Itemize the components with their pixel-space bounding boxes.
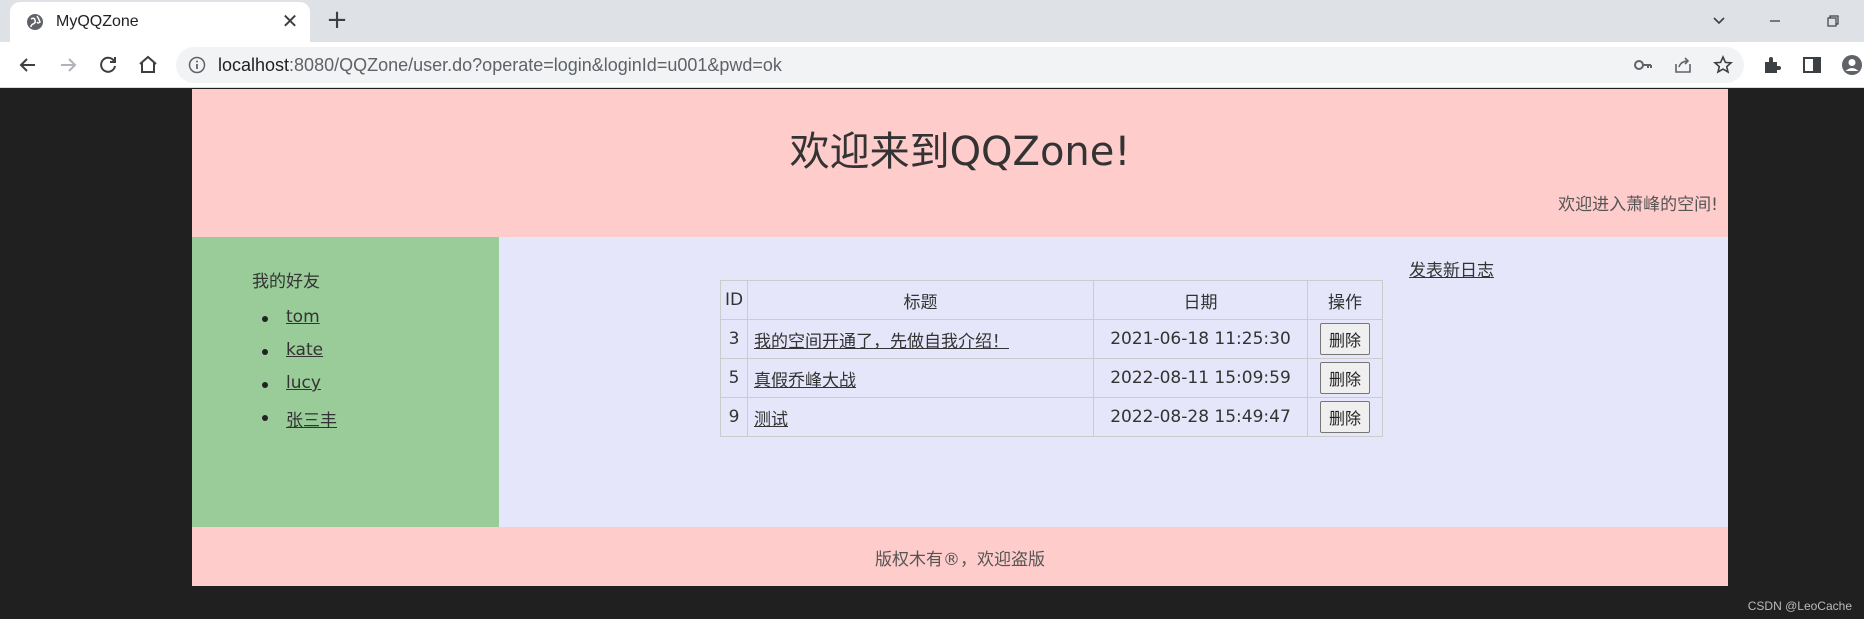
forward-arrow-icon[interactable] — [52, 49, 84, 81]
page-title: 欢迎来到QQZone! — [789, 129, 1131, 175]
table-row: 9 测试 2022-08-28 15:49:47 删除 — [720, 397, 1383, 437]
bullet-icon — [262, 382, 268, 388]
copyright-text: 版权木有®，欢迎盗版 — [875, 550, 1045, 570]
tab-title: MyQQZone — [56, 13, 139, 30]
watermark: CSDN @LeoCache — [1747, 599, 1852, 613]
column-header-action: 操作 — [1307, 280, 1383, 320]
profile-icon[interactable] — [1841, 54, 1863, 76]
star-icon[interactable] — [1712, 54, 1734, 76]
delete-button[interactable]: 删除 — [1319, 323, 1370, 355]
back-arrow-icon[interactable] — [12, 49, 44, 81]
url-path: :8080/QQZone/user.do?operate=login&login… — [289, 55, 782, 75]
info-icon[interactable] — [188, 56, 206, 74]
share-icon[interactable] — [1672, 54, 1694, 76]
row-id: 5 — [720, 358, 748, 398]
log-title-link[interactable]: 我的空间开通了，先做自我介绍！ — [754, 332, 1009, 352]
friend-link-kate[interactable]: kate — [286, 340, 323, 360]
address-bar[interactable]: localhost:8080/QQZone/user.do?operate=lo… — [176, 47, 1744, 83]
table-row: 5 真假乔峰大战 2022-08-11 15:09:59 删除 — [720, 358, 1383, 398]
close-icon[interactable]: ✕ — [280, 11, 300, 31]
delete-button[interactable]: 删除 — [1319, 362, 1370, 394]
row-date: 2022-08-28 15:49:47 — [1093, 397, 1308, 437]
friend-item: tom — [262, 307, 337, 340]
browser-tab-strip: MyQQZone ✕ + — [0, 0, 1864, 42]
column-header-date: 日期 — [1093, 280, 1308, 320]
row-date: 2021-06-18 11:25:30 — [1093, 319, 1308, 359]
row-title-cell: 真假乔峰大战 — [747, 358, 1094, 398]
log-title-link[interactable]: 真假乔峰大战 — [754, 371, 856, 391]
welcome-message: 欢迎进入萧峰的空间! — [1558, 195, 1718, 215]
bullet-icon — [262, 415, 268, 421]
minimize-icon[interactable] — [1760, 6, 1790, 36]
friend-link-tom[interactable]: tom — [286, 307, 320, 327]
logs-panel: 发表新日志 ID 标题 日期 操作 3 我的空间开通了，先做自我介绍！ 2021… — [499, 237, 1728, 527]
reload-icon[interactable] — [92, 49, 124, 81]
url-text[interactable]: localhost:8080/QQZone/user.do?operate=lo… — [218, 55, 782, 76]
column-header-title: 标题 — [747, 280, 1094, 320]
page-footer: 版权木有®，欢迎盗版 — [192, 527, 1728, 586]
delete-button[interactable]: 删除 — [1319, 401, 1370, 433]
row-action-cell: 删除 — [1307, 397, 1383, 437]
friend-item: 张三丰 — [262, 406, 337, 439]
new-tab-button[interactable]: + — [324, 7, 350, 34]
page-header: 欢迎来到QQZone! 欢迎进入萧峰的空间! — [192, 89, 1728, 237]
row-action-cell: 删除 — [1307, 358, 1383, 398]
side-panel-icon[interactable] — [1801, 54, 1823, 76]
row-id: 9 — [720, 397, 748, 437]
table-header-row: ID 标题 日期 操作 — [720, 280, 1383, 320]
friend-list: tom kate lucy 张三丰 — [262, 307, 337, 439]
friend-link-zhangsanfeng[interactable]: 张三丰 — [286, 411, 337, 431]
bullet-icon — [262, 349, 268, 355]
friend-link-lucy[interactable]: lucy — [286, 373, 321, 393]
chevron-down-icon[interactable] — [1704, 6, 1734, 36]
row-title-cell: 我的空间开通了，先做自我介绍！ — [747, 319, 1094, 359]
row-title-cell: 测试 — [747, 397, 1094, 437]
key-icon[interactable] — [1632, 54, 1654, 76]
row-action-cell: 删除 — [1307, 319, 1383, 359]
restore-icon[interactable] — [1818, 6, 1848, 36]
friends-title: 我的好友 — [252, 272, 320, 292]
browser-tab[interactable]: MyQQZone ✕ — [10, 2, 310, 42]
home-icon[interactable] — [132, 49, 164, 81]
logs-table: ID 标题 日期 操作 3 我的空间开通了，先做自我介绍！ 2021-06-18… — [720, 280, 1383, 437]
row-date: 2022-08-11 15:09:59 — [1093, 358, 1308, 398]
globe-icon — [27, 14, 43, 30]
new-post-link[interactable]: 发表新日志 — [1409, 256, 1494, 281]
friends-sidebar: 我的好友 tom kate lucy 张三丰 — [192, 237, 499, 527]
friend-item: lucy — [262, 373, 337, 406]
browser-toolbar: localhost:8080/QQZone/user.do?operate=lo… — [0, 42, 1864, 88]
log-title-link[interactable]: 测试 — [754, 410, 788, 430]
extensions-icon[interactable] — [1761, 54, 1783, 76]
friend-item: kate — [262, 340, 337, 373]
bullet-icon — [262, 316, 268, 322]
column-header-id: ID — [720, 280, 748, 320]
table-row: 3 我的空间开通了，先做自我介绍！ 2021-06-18 11:25:30 删除 — [720, 319, 1383, 359]
row-id: 3 — [720, 319, 748, 359]
qqzone-page: 欢迎来到QQZone! 欢迎进入萧峰的空间! 我的好友 tom kate luc… — [192, 89, 1728, 586]
url-host: localhost — [218, 55, 290, 75]
